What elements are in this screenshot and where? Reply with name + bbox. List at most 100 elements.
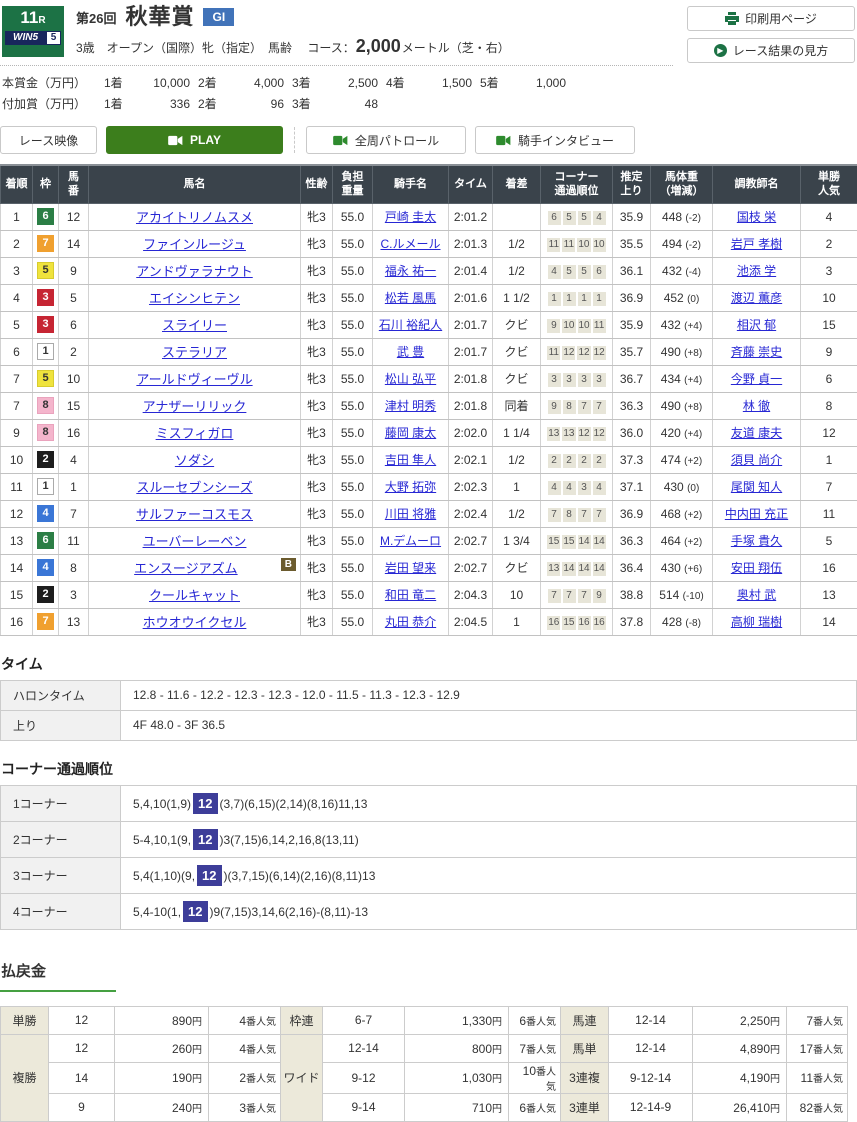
carried-weight: 55.0	[333, 392, 373, 419]
payout-title-underline	[0, 990, 116, 992]
race-video-button[interactable]: レース映像	[0, 126, 97, 154]
horse-name-link[interactable]: ステラリア	[162, 345, 227, 360]
jockey-link[interactable]: 武 豊	[397, 345, 424, 359]
horse-name-link[interactable]: クールキャット	[149, 588, 240, 603]
horse-name-link[interactable]: ユーバーレーベン	[143, 534, 247, 549]
patrol-video-button[interactable]: 全周パトロール	[306, 126, 466, 154]
carried-weight: 55.0	[333, 284, 373, 311]
jockey-link[interactable]: 福永 祐一	[385, 264, 436, 278]
horse-name-link[interactable]: エンスージアズム	[134, 561, 237, 576]
payout-table: 単勝12890円4番人気枠連6-71,330円6番人気馬連12-142,250円…	[0, 1006, 848, 1122]
horse-name-link[interactable]: サルファーコスモス	[136, 507, 253, 522]
horse-weight: 514	[659, 588, 682, 602]
trainer-link[interactable]: 岩戸 孝樹	[731, 237, 782, 251]
corner-positions-cell: 7779	[541, 581, 613, 608]
frame-number-badge: 7	[37, 613, 54, 630]
horse-weight-diff: (+4)	[684, 375, 702, 386]
trainer-link[interactable]: 中内田 充正	[725, 507, 788, 521]
sex-age: 牝3	[301, 392, 333, 419]
vertical-separator	[294, 127, 295, 153]
corner-position-chip: 9	[548, 400, 561, 414]
corner-order-post: )(3,7,15)(6,14)(2,16)(8,11)13	[224, 869, 376, 883]
payout-popularity-suffix: 番人気	[526, 1017, 556, 1028]
jockey-link[interactable]: 川田 将雅	[385, 507, 436, 521]
horse-number: 7	[59, 500, 89, 527]
jockey-cell: 和田 竜二	[373, 581, 449, 608]
horse-weight: 420	[661, 426, 684, 440]
horse-name-link[interactable]: アンドヴァラナウト	[136, 264, 252, 279]
trainer-cell: 渡辺 薫彦	[713, 284, 801, 311]
win-favorite-rank: 2	[801, 230, 857, 257]
jockey-link[interactable]: M.デムーロ	[380, 534, 441, 548]
race-round: 第26回	[76, 8, 116, 27]
jockey-link[interactable]: 岩田 望来	[385, 561, 436, 575]
jockey-interview-button[interactable]: 騎手インタビュー	[475, 126, 635, 154]
carried-weight: 55.0	[333, 527, 373, 554]
sex-age: 牝3	[301, 203, 333, 230]
corner-row-value: 5,4-10(1,12)9(7,15)3,14,6(2,16)-(8,11)-1…	[121, 893, 857, 929]
results-col-bodyweight: 馬体重 （増減）	[651, 165, 713, 203]
jockey-link[interactable]: 和田 竜二	[385, 588, 436, 602]
sex-age: 牝3	[301, 581, 333, 608]
horse-name-link[interactable]: アナザーリリック	[143, 399, 247, 414]
prize-place: 1着	[96, 73, 128, 94]
payout-popularity-cell: 6番人気	[509, 1006, 561, 1034]
prize-value: 336	[128, 94, 190, 115]
corner-order-post: )3(7,15)6,14,2,16,8(13,11)	[220, 833, 359, 847]
jockey-link[interactable]: 松山 弘平	[385, 372, 436, 386]
jockey-link[interactable]: 戸崎 圭太	[385, 210, 436, 224]
trainer-link[interactable]: 国枝 栄	[737, 210, 776, 224]
horse-weight-diff: (+4)	[684, 321, 702, 332]
results-col-carried: 負担 重量	[333, 165, 373, 203]
jockey-link[interactable]: 大野 拓弥	[385, 480, 436, 494]
jockey-link[interactable]: 石川 裕紀人	[379, 318, 442, 332]
jockey-link[interactable]: 吉田 隼人	[385, 453, 436, 467]
payout-amount-cell: 1,330円	[405, 1006, 509, 1034]
horse-name-link[interactable]: アールドヴィーヴル	[136, 372, 252, 387]
horse-name-link[interactable]: ミスフィガロ	[156, 426, 234, 441]
jockey-link[interactable]: 藤岡 康太	[385, 426, 436, 440]
margin: クビ	[493, 554, 541, 581]
trainer-link[interactable]: 林 徹	[743, 399, 770, 413]
trainer-link[interactable]: 池添 学	[737, 264, 776, 278]
print-page-button[interactable]: 印刷用ページ	[687, 6, 855, 31]
payout-popularity-suffix: 番人気	[246, 1045, 276, 1056]
result-guide-button[interactable]: ▶ レース結果の見方	[687, 38, 855, 63]
horse-number: 6	[59, 311, 89, 338]
frame-number-badge: 6	[37, 208, 54, 225]
trainer-link[interactable]: 今野 貞一	[731, 372, 782, 386]
horse-name-link[interactable]: スルーセブンシーズ	[136, 480, 252, 495]
corner-position-chip: 11	[562, 238, 575, 252]
horse-name-link[interactable]: ホウオウイクセル	[143, 615, 247, 630]
main-prize-row: 本賞金（万円） 1着10,000 2着4,000 3着2,500 4着1,500…	[2, 73, 857, 94]
trainer-link[interactable]: 斉藤 崇史	[731, 345, 782, 359]
corner-position-chip: 12	[578, 427, 591, 441]
trainer-link[interactable]: 相沢 郁	[737, 318, 776, 332]
trainer-link[interactable]: 尾関 知人	[731, 480, 782, 494]
jockey-link[interactable]: 津村 明秀	[385, 399, 436, 413]
jockey-cell: 岩田 望来	[373, 554, 449, 581]
horse-name-link[interactable]: エイシンヒテン	[149, 291, 240, 306]
trainer-link[interactable]: 友道 康夫	[731, 426, 782, 440]
play-button[interactable]: PLAY	[106, 126, 283, 154]
horse-name-link[interactable]: ファインルージュ	[143, 237, 246, 252]
jockey-link[interactable]: 松若 風馬	[385, 291, 436, 305]
payout-popularity-suffix: 番人気	[813, 1045, 843, 1056]
horse-name-link[interactable]: アカイトリノムスメ	[136, 210, 253, 225]
horse-weight: 490	[661, 399, 684, 413]
horse-name-link[interactable]: ソダシ	[175, 453, 214, 468]
corner-position-chip: 14	[578, 535, 591, 549]
sex-age: 牝3	[301, 311, 333, 338]
jockey-link[interactable]: C.ルメール	[380, 237, 440, 251]
trainer-link[interactable]: 高柳 瑞樹	[731, 615, 782, 629]
horse-name-link[interactable]: スライリー	[162, 318, 227, 333]
horse-name-cell: Bエンスージアズム	[89, 554, 301, 581]
trainer-link[interactable]: 手塚 貴久	[731, 534, 782, 548]
jockey-link[interactable]: 丸田 恭介	[385, 615, 436, 629]
horse-weight-cell: 420 (+4)	[651, 419, 713, 446]
trainer-link[interactable]: 須貝 尚介	[731, 453, 782, 467]
trainer-link[interactable]: 奥村 武	[737, 588, 776, 602]
trainer-link[interactable]: 安田 翔伍	[731, 561, 782, 575]
sex-age: 牝3	[301, 500, 333, 527]
trainer-link[interactable]: 渡辺 薫彦	[731, 291, 782, 305]
